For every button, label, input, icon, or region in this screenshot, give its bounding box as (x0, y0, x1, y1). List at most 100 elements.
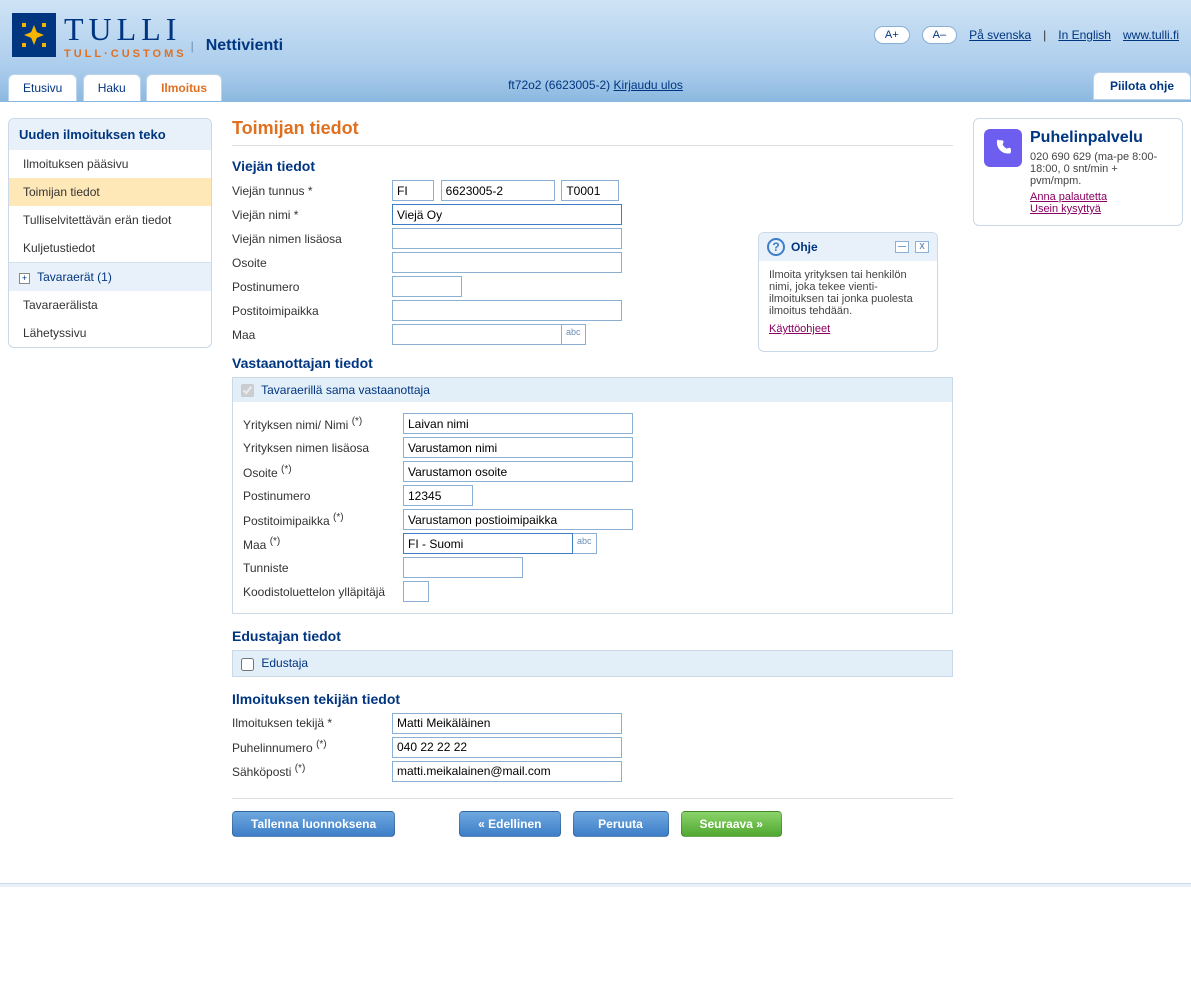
service-name: Nettivienti (206, 37, 283, 55)
recv-koodisto-label: Koodistoluettelon ylläpitäjä (243, 585, 403, 599)
help-manual-link[interactable]: Käyttöohjeet (769, 323, 830, 335)
sidebar-group-tavaraerat[interactable]: + Tavaraerät (1) (9, 262, 211, 291)
previous-button[interactable]: « Edellinen (459, 811, 560, 837)
logout-link[interactable]: Kirjaudu ulos (614, 78, 683, 92)
reporter-email-label: Sähköposti (*) (232, 763, 392, 779)
recv-lisa-label: Yrityksen nimen lisäosa (243, 441, 403, 455)
reporter-puh-input[interactable] (392, 737, 622, 758)
section-vieja: Viejän tiedot (232, 158, 953, 174)
recv-same-label: Tavaraerillä sama vastaanottaja (261, 383, 430, 397)
phone-icon (984, 129, 1022, 167)
vieja-postinro-input[interactable] (392, 276, 462, 297)
brand-sub: TULL·CUSTOMS (64, 48, 187, 60)
page-title: Toimijan tiedot (232, 118, 953, 139)
sidebar-item-tavaraeralista[interactable]: Tavaraerälista (9, 291, 211, 319)
tab-haku[interactable]: Haku (83, 74, 141, 101)
divider (232, 145, 953, 146)
next-button[interactable]: Seuraava » (681, 811, 782, 837)
tab-ilmoitus[interactable]: Ilmoitus (146, 74, 222, 101)
recv-postinro-input[interactable] (403, 485, 473, 506)
reporter-puh-label: Puhelinnumero (*) (232, 739, 392, 755)
expand-icon[interactable]: + (19, 273, 30, 284)
tabs-row: Etusivu Haku Ilmoitus ft72o2 (6623005-2)… (0, 70, 1191, 102)
vieja-osoite-input[interactable] (392, 252, 622, 273)
faq-link[interactable]: Usein kysyttyä (1030, 203, 1172, 215)
recv-same-checkbox[interactable] (241, 384, 254, 397)
brand-text: TULLI TULL·CUSTOMS (64, 11, 187, 60)
edustaja-subgroup: Edustaja (232, 650, 953, 676)
brand-main: TULLI (64, 11, 187, 48)
vieja-postinro-label: Postinumero (232, 280, 392, 294)
sidebar-group-label: Tavaraerät (1) (37, 270, 112, 284)
vieja-tunnus-ext-input[interactable] (561, 180, 619, 201)
sidebar-item-paasivu[interactable]: Ilmoituksen pääsivu (9, 150, 211, 178)
vieja-lisa-label: Viejän nimen lisäosa (232, 232, 392, 246)
font-increase-button[interactable]: A+ (874, 26, 910, 44)
vieja-maa-label: Maa (232, 328, 392, 342)
lang-swedish-link[interactable]: På svenska (969, 28, 1031, 42)
lang-english-link[interactable]: In English (1058, 28, 1111, 42)
save-draft-button[interactable]: Tallenna luonnoksena (232, 811, 395, 837)
section-edustaja: Edustajan tiedot (232, 628, 953, 644)
cancel-button[interactable]: Peruuta (573, 811, 669, 837)
hide-help-button[interactable]: Piilota ohje (1093, 72, 1191, 100)
vieja-nimi-input[interactable] (392, 204, 622, 225)
recv-postitp-label: Postitoimipaikka (*) (243, 512, 403, 528)
reporter-tekija-label: Ilmoituksen tekijä * (232, 716, 392, 730)
header: TULLI TULL·CUSTOMS | Nettivienti A+ A– P… (0, 0, 1191, 70)
external-site-link[interactable]: www.tulli.fi (1123, 28, 1179, 42)
recv-subgroup: Tavaraerillä sama vastaanottaja Yritykse… (232, 377, 953, 614)
vieja-postitp-label: Postitoimipaikka (232, 304, 392, 318)
feedback-link[interactable]: Anna palautetta (1030, 191, 1172, 203)
recv-maa-label: Maa (*) (243, 536, 403, 552)
minimize-icon[interactable]: — (895, 241, 909, 253)
recv-lisa-input[interactable] (403, 437, 633, 458)
reporter-tekija-input[interactable] (392, 713, 622, 734)
edustaja-label: Edustaja (261, 656, 308, 670)
recv-tunniste-label: Tunniste (243, 561, 403, 575)
recv-osoite-input[interactable] (403, 461, 633, 482)
recv-koodisto-input[interactable] (403, 581, 429, 602)
vieja-lisa-input[interactable] (392, 228, 622, 249)
tab-etusivu[interactable]: Etusivu (8, 74, 77, 101)
recv-postinro-label: Postinumero (243, 489, 403, 503)
sidebar-item-tulliselvitettavan[interactable]: Tulliselvitettävän erän tiedot (9, 206, 211, 234)
vieja-nimi-label: Viejän nimi * (232, 208, 392, 222)
help-icon: ? (767, 238, 785, 256)
close-icon[interactable]: X (915, 241, 929, 253)
sidebar-item-lahetyssivu[interactable]: Lähetyssivu (9, 319, 211, 347)
phone-service-box: Puhelinpalvelu 020 690 629 (ma-pe 8:00-1… (973, 118, 1183, 226)
help-body-text: Ilmoita yrityksen tai henkilön nimi, jok… (769, 269, 927, 317)
main-content: Toimijan tiedot Viejän tiedot Viejän tun… (224, 118, 961, 837)
recv-tunniste-input[interactable] (403, 557, 523, 578)
sidebar-heading: Uuden ilmoituksen teko (9, 119, 211, 150)
reporter-email-input[interactable] (392, 761, 622, 782)
edustaja-checkbox[interactable] (241, 658, 254, 671)
vieja-postitp-input[interactable] (392, 300, 622, 321)
vieja-tunnus-country-input[interactable] (392, 180, 434, 201)
recv-same-header: Tavaraerillä sama vastaanottaja (233, 378, 952, 402)
phone-title: Puhelinpalvelu (1030, 129, 1172, 147)
recv-postitp-input[interactable] (403, 509, 633, 530)
abc-indicator-icon[interactable]: abc (562, 324, 586, 345)
vieja-maa-input[interactable] (392, 324, 562, 345)
user-info: ft72o2 (6623005-2) Kirjaudu ulos (508, 78, 683, 92)
vieja-tunnus-label: Viejän tunnus * (232, 184, 392, 198)
help-title: Ohje (791, 240, 818, 254)
footer-divider (0, 883, 1191, 887)
recv-yritys-input[interactable] (403, 413, 633, 434)
recv-osoite-label: Osoite (*) (243, 464, 403, 480)
user-id: ft72o2 (6623005-2) (508, 78, 610, 92)
recv-maa-input[interactable] (403, 533, 573, 554)
section-vastaanottaja: Vastaanottajan tiedot (232, 355, 953, 371)
abc-indicator-icon[interactable]: abc (573, 533, 597, 554)
font-decrease-button[interactable]: A– (922, 26, 957, 44)
vieja-tunnus-id-input[interactable] (441, 180, 555, 201)
phone-text: 020 690 629 (ma-pe 8:00-18:00, 0 snt/min… (1030, 151, 1172, 187)
recv-yritys-label: Yrityksen nimi/ Nimi (*) (243, 416, 403, 432)
sidebar-item-kuljetustiedot[interactable]: Kuljetustiedot (9, 234, 211, 262)
sidebar: Uuden ilmoituksen teko Ilmoituksen pääsi… (8, 118, 212, 348)
sidebar-item-toimijan-tiedot[interactable]: Toimijan tiedot (9, 178, 211, 206)
vieja-osoite-label: Osoite (232, 256, 392, 270)
button-row: Tallenna luonnoksena « Edellinen Peruuta… (232, 798, 953, 837)
